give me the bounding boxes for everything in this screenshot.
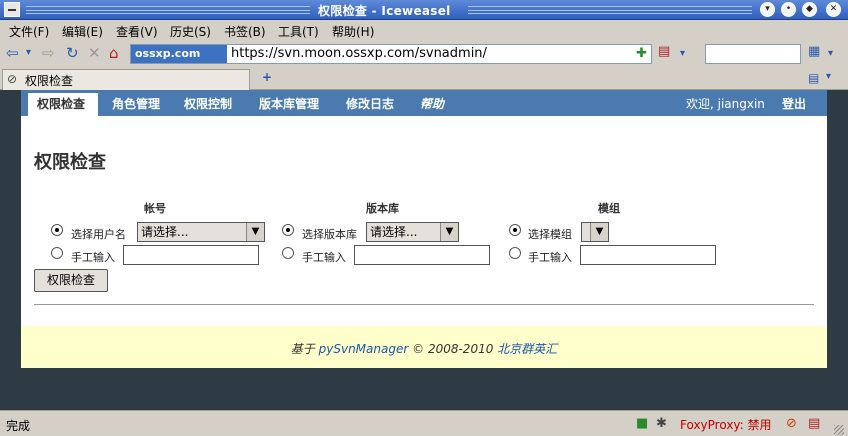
footer-prefix: 基于: [290, 342, 315, 356]
pysvnmanager-link[interactable]: pySvnManager: [319, 342, 409, 356]
nav-repo-management[interactable]: 版本库管理: [259, 95, 319, 112]
tab-list-dropdown-icon[interactable]: ▾: [826, 71, 831, 82]
site-identity-badge[interactable]: ossxp.com: [131, 45, 227, 63]
footer-copyright: © 2008-2010: [412, 342, 494, 356]
repo-select-radio[interactable]: [282, 224, 294, 236]
tab-title: 权限检查: [25, 74, 74, 88]
divider: [34, 304, 814, 305]
account-manual-label: 手工输入: [71, 251, 115, 264]
url-bar[interactable]: ossxp.com https://svn.moon.ossxp.com/svn…: [130, 44, 652, 64]
tab-list-icon[interactable]: ▤: [808, 71, 819, 85]
module-manual-radio[interactable]: [509, 247, 521, 259]
page-footer: 基于 pySvnManager © 2008-2010 北京群英汇: [21, 326, 827, 368]
status-bar: 完成 ■ ✱ FoxyProxy: 禁用 ⊘ ▤: [0, 410, 848, 436]
back-dropdown-icon[interactable]: ▾: [26, 45, 31, 61]
module-dropdown[interactable]: ▼: [581, 222, 609, 242]
chevron-down-icon: ▼: [246, 223, 264, 241]
reload-icon[interactable]: ↻: [66, 45, 79, 61]
chevron-down-icon: ▼: [590, 223, 608, 241]
nav-permission-check[interactable]: 权限检查: [37, 95, 85, 112]
search-input[interactable]: [705, 44, 801, 64]
footer-text: 基于 pySvnManager © 2008-2010 北京群英汇: [21, 340, 827, 357]
account-manual-radio[interactable]: [51, 247, 63, 259]
page-nav-bar: 权限检查 角色管理 权限控制 版本库管理 修改日志 帮助 欢迎, jiangxi…: [21, 90, 827, 116]
status-text: 完成: [6, 419, 31, 433]
account-dropdown-value: 请选择...: [141, 225, 189, 239]
nav-role-management[interactable]: 角色管理: [112, 95, 160, 112]
feed-icon[interactable]: ▤: [658, 44, 670, 60]
bug-icon[interactable]: ✱: [656, 416, 667, 431]
repo-select-label: 选择版本库: [302, 228, 357, 241]
nav-permission-control[interactable]: 权限控制: [184, 95, 232, 112]
web-page: 权限检查 角色管理 权限控制 版本库管理 修改日志 帮助 欢迎, jiangxi…: [21, 90, 827, 368]
window-menu-icon[interactable]: [4, 2, 20, 17]
account-dropdown[interactable]: 请选择... ▼: [137, 222, 265, 242]
new-tab-icon[interactable]: +: [262, 70, 272, 84]
block-icon[interactable]: ⊘: [786, 416, 797, 431]
repo-manual-input[interactable]: [354, 245, 490, 265]
company-link[interactable]: 北京群英汇: [497, 342, 557, 356]
search-dropdown-icon[interactable]: ▾: [828, 46, 833, 62]
menu-tools[interactable]: 工具(T): [278, 23, 319, 40]
repo-dropdown-value: 请选择...: [370, 225, 418, 239]
repo-manual-label: 手工输入: [302, 251, 346, 264]
module-select-radio[interactable]: [509, 224, 521, 236]
account-manual-input[interactable]: [123, 245, 259, 265]
menu-file[interactable]: 文件(F): [9, 23, 49, 40]
shade-icon[interactable]: ▾: [760, 2, 775, 17]
feed-dropdown-icon[interactable]: ▾: [680, 46, 685, 62]
menu-history[interactable]: 历史(S): [170, 23, 211, 40]
welcome-text: 欢迎, jiangxin: [686, 97, 765, 111]
permission-check-button[interactable]: 权限检查: [34, 269, 108, 292]
menu-bar: 文件(F) 编辑(E) 查看(V) 历史(S) 书签(B) 工具(T) 帮助(H…: [0, 20, 848, 40]
repo-dropdown[interactable]: 请选择... ▼: [366, 222, 459, 242]
lock-icon[interactable]: ■: [636, 416, 648, 431]
account-select-radio[interactable]: [51, 224, 63, 236]
tab-active[interactable]: ⊘ 权限检查: [2, 69, 250, 90]
feed-status-icon[interactable]: ▤: [808, 416, 820, 431]
web-viewport: 权限检查 角色管理 权限控制 版本库管理 修改日志 帮助 欢迎, jiangxi…: [0, 90, 848, 410]
menu-view[interactable]: 查看(V): [116, 23, 158, 40]
page-favicon-icon: ⊘: [7, 72, 18, 86]
nav-change-log[interactable]: 修改日志: [346, 95, 394, 112]
close-icon[interactable]: ✕: [826, 2, 841, 17]
module-manual-input[interactable]: [580, 245, 716, 265]
module-select-label: 选择模组: [528, 228, 572, 241]
stop-icon[interactable]: ✕: [88, 45, 101, 61]
back-icon[interactable]: ⇦: [6, 45, 19, 61]
page-title: 权限检查: [34, 152, 106, 173]
module-header: 模组: [598, 202, 620, 215]
forward-icon[interactable]: ⇨: [42, 45, 55, 61]
account-header: 帐号: [144, 202, 166, 215]
add-bookmark-icon[interactable]: ✚: [636, 46, 647, 61]
window-title: 权限检查 - Iceweasel: [318, 4, 451, 18]
menu-edit[interactable]: 编辑(E): [62, 23, 103, 40]
title-stripes: [468, 6, 752, 14]
title-stripes: [26, 6, 310, 14]
title-bar: 权限检查 - Iceweasel ▾ • ◆ ✕: [0, 0, 848, 20]
home-icon[interactable]: ⌂: [109, 45, 119, 61]
resize-grip-icon[interactable]: [834, 425, 844, 435]
tab-bar: ⊘ 权限检查 + ▤ ▾: [0, 68, 848, 90]
url-text[interactable]: https://svn.moon.ossxp.com/svnadmin/: [231, 46, 487, 61]
chevron-down-icon: ▼: [440, 223, 458, 241]
logout-link[interactable]: 登出: [782, 95, 806, 112]
search-engine-icon[interactable]: ▦: [808, 44, 820, 60]
minimize-icon[interactable]: •: [781, 2, 796, 17]
menu-help[interactable]: 帮助(H): [332, 23, 374, 40]
repo-header: 版本库: [366, 202, 399, 215]
nav-help[interactable]: 帮助: [420, 95, 444, 112]
account-select-label: 选择用户名: [71, 228, 126, 241]
repo-manual-radio[interactable]: [282, 247, 294, 259]
menu-bookmarks[interactable]: 书签(B): [224, 23, 266, 40]
maximize-icon[interactable]: ◆: [802, 2, 817, 17]
foxyproxy-status[interactable]: FoxyProxy: 禁用: [680, 416, 772, 433]
module-manual-label: 手工输入: [528, 251, 572, 264]
